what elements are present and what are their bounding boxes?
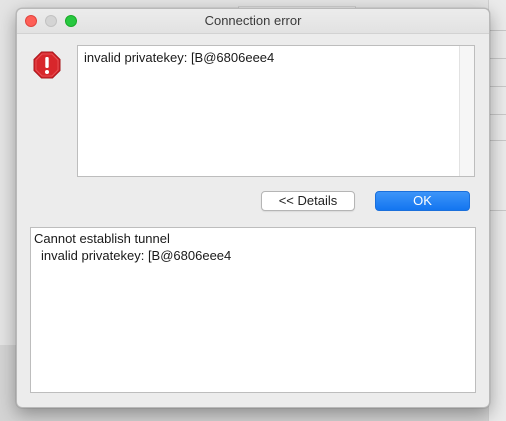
title-bar: Connection error <box>17 9 489 34</box>
details-toggle-button[interactable]: << Details <box>261 191 355 211</box>
details-textarea[interactable]: Cannot establish tunnel invalid privatek… <box>30 227 476 393</box>
error-message-textarea[interactable]: invalid privatekey: [B@6806eee4 <box>77 45 475 177</box>
window-title: Connection error <box>204 13 302 28</box>
details-line: invalid privatekey: [B@6806eee4 <box>41 248 232 263</box>
error-message-text: invalid privatekey: [B@6806eee4 <box>84 50 275 65</box>
message-scrollbar[interactable] <box>459 46 474 176</box>
ok-button[interactable]: OK <box>375 191 470 211</box>
connection-error-dialog: Connection error invalid privatekey: [B@… <box>16 8 490 408</box>
error-octagon-icon <box>33 51 61 79</box>
background-side-panel <box>488 0 506 421</box>
details-line: Cannot establish tunnel <box>34 231 170 246</box>
